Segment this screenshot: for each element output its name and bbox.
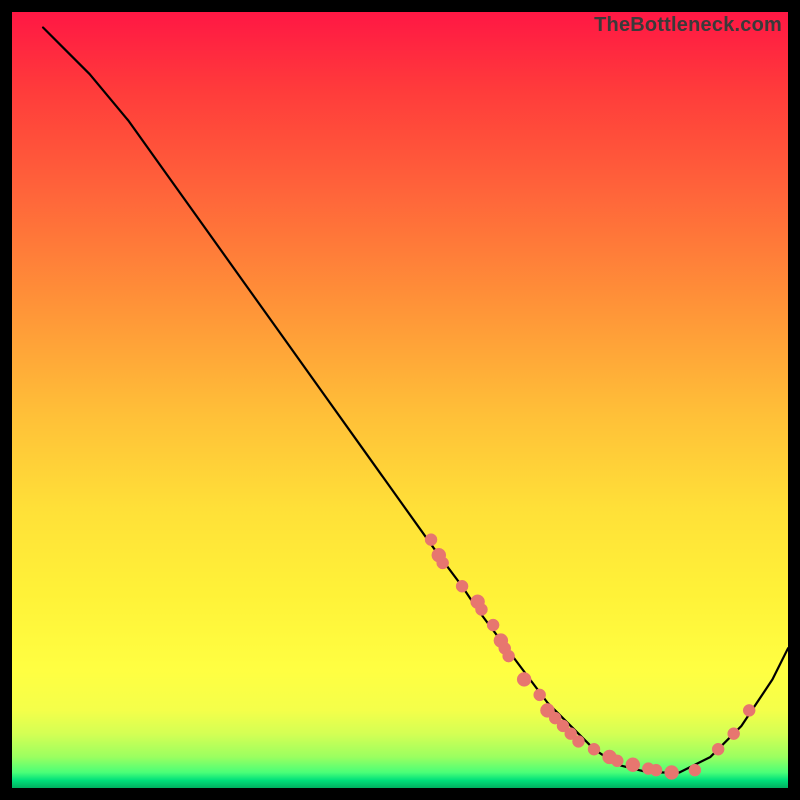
scatter-dot <box>503 650 515 662</box>
scatter-dot <box>572 735 584 747</box>
scatter-dot <box>626 758 640 772</box>
chart-scatter <box>425 534 755 780</box>
chart-curve <box>43 28 788 773</box>
scatter-dot <box>728 728 740 740</box>
scatter-dot <box>475 604 487 616</box>
scatter-dot <box>689 764 701 776</box>
scatter-dot <box>534 689 546 701</box>
scatter-dot <box>650 764 662 776</box>
scatter-dot <box>425 534 437 546</box>
scatter-dot <box>712 743 724 755</box>
scatter-dot <box>517 672 531 686</box>
scatter-dot <box>487 619 499 631</box>
scatter-dot <box>456 580 468 592</box>
scatter-dot <box>665 765 679 779</box>
scatter-dot <box>611 755 623 767</box>
scatter-dot <box>437 557 449 569</box>
chart-plot <box>12 12 788 788</box>
scatter-dot <box>588 743 600 755</box>
scatter-dot <box>743 704 755 716</box>
